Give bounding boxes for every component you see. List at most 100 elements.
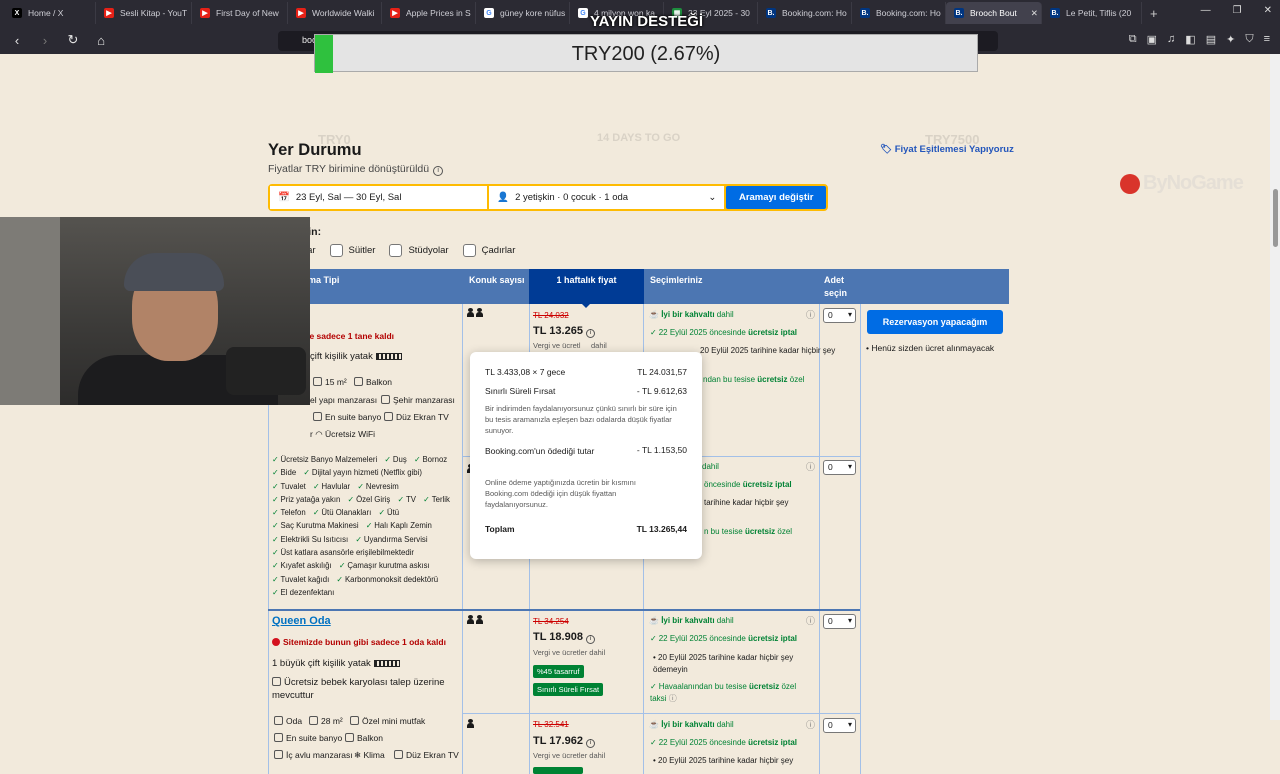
- date-field[interactable]: 📅 23 Eyl, Sal — 30 Eyl, Sal: [270, 186, 488, 209]
- crib-icon: [272, 677, 281, 686]
- guests-field-value: 2 yetişkin · 0 çocuk · 1 oda: [515, 192, 629, 203]
- check-icon: ✓: [272, 521, 279, 531]
- menu-icon[interactable]: ≡: [1264, 33, 1270, 46]
- amenity-label: Tuvalet: [280, 481, 306, 491]
- grid-line: [819, 304, 820, 774]
- discount-badge: [533, 767, 583, 774]
- check-icon: ✓: [357, 481, 364, 491]
- change-search-button[interactable]: Aramayı değiştir: [726, 186, 826, 209]
- check-icon: ✓: [413, 455, 421, 464]
- browser-tab[interactable]: ▶ Worldwide Walki: [288, 2, 382, 24]
- bynogame-text: ByNoGame: [1143, 172, 1244, 194]
- browser-tab[interactable]: B. Le Petit, Tiflis (20: [1042, 2, 1142, 24]
- room2-feature-5: Balkon: [345, 733, 383, 743]
- screenshot-icon[interactable]: ▣: [1147, 33, 1157, 46]
- info-icon[interactable]: i: [586, 635, 596, 644]
- browser-tab[interactable]: B. Booking.com: Ho: [852, 2, 946, 24]
- room2-feature-6-text: İç avlu manzarası: [286, 750, 353, 760]
- bed-icon: [375, 352, 402, 360]
- forward-icon[interactable]: ›: [36, 33, 54, 48]
- room1-rate1-tax2: dahil: [591, 341, 607, 350]
- tab-label: güney kore nüfus: [500, 8, 566, 18]
- browser-tab[interactable]: X Home / X: [4, 2, 96, 24]
- room1-tv: Düz Ekran TV: [384, 412, 449, 422]
- sidebar-icon[interactable]: ◧: [1185, 33, 1195, 46]
- back-icon[interactable]: ‹: [8, 33, 26, 48]
- browser-tab[interactable]: ▶ Sesli Kitap - YouT: [96, 2, 192, 24]
- bed-icon: [373, 659, 400, 667]
- help-icon[interactable]: ⓘ: [806, 614, 815, 627]
- browser-tab[interactable]: ▶ First Day of New: [192, 2, 288, 24]
- room1-rate1-old-price: TL 24.032: [533, 311, 569, 320]
- checkbox[interactable]: [329, 244, 343, 257]
- close-tab-icon[interactable]: ✕: [1031, 8, 1038, 19]
- check-icon: ✓: [423, 494, 430, 504]
- webcam-overlay: [0, 217, 310, 405]
- close-icon[interactable]: ✕: [1264, 5, 1272, 16]
- check-icon: ✓: [336, 574, 343, 584]
- room1-rate2-breakfast-suffix: dahil: [702, 462, 719, 471]
- checkbox[interactable]: [462, 244, 476, 257]
- room1-view2: Şehir manzarası: [381, 395, 455, 405]
- help-icon[interactable]: ⓘ: [806, 460, 815, 473]
- filter-studios[interactable]: Stüdyolar: [389, 244, 449, 257]
- scrollbar-thumb[interactable]: [1273, 189, 1278, 247]
- info-icon[interactable]: i: [586, 739, 596, 748]
- music-icon[interactable]: ♫: [1167, 33, 1175, 46]
- filter-studios-label: Stüdyolar: [408, 245, 449, 256]
- amenity-item: ✓ Uyandırma Servisi: [355, 535, 427, 544]
- filter-tents[interactable]: Çadırlar: [462, 244, 515, 257]
- help-icon[interactable]: ⓘ: [806, 308, 815, 321]
- filter-suites[interactable]: Süitler: [329, 244, 375, 257]
- info-icon[interactable]: i: [586, 329, 596, 338]
- wallet-icon[interactable]: ▤: [1206, 33, 1216, 46]
- header-price[interactable]: 1 haftalık fiyat: [529, 269, 644, 308]
- extensions-icon[interactable]: ⧉: [1129, 33, 1137, 46]
- room1-rate2-pay: tarihine kadar hiçbir şey: [704, 498, 789, 507]
- price-match-link[interactable]: 🏷 Fiyat Eşitlemesi Yapıyoruz: [880, 144, 1014, 155]
- ai-icon[interactable]: ✦: [1226, 33, 1235, 46]
- tab-label: Worldwide Walki: [312, 8, 375, 18]
- browser-tab[interactable]: ▶ Apple Prices in S: [382, 2, 476, 24]
- room2-rate1-qty-select[interactable]: 0: [823, 614, 856, 629]
- check-icon: ✓: [272, 574, 279, 584]
- room2-feature-4-text: En suite banyo: [286, 733, 343, 743]
- room2-rate2-qty-select[interactable]: 0: [823, 718, 856, 733]
- browser-tab[interactable]: B. Booking.com: Ho: [758, 2, 852, 24]
- room2-name-link[interactable]: Queen Oda: [272, 615, 331, 627]
- tab-label: First Day of New: [216, 8, 279, 18]
- scrollbar[interactable]: [1270, 54, 1280, 720]
- person-icon: [476, 308, 484, 317]
- courtyard-icon: [274, 750, 283, 759]
- room1-rate1-qty-select[interactable]: 0: [823, 308, 856, 323]
- room1-rate1-airport-pre: ndan bu tesise: [703, 375, 756, 384]
- maximize-icon[interactable]: ❐: [1233, 5, 1242, 16]
- amenity-item: ✓ Karbonmonoksit dedektörü: [336, 575, 438, 584]
- amenity-item: ✓ Terlik: [423, 495, 450, 504]
- amenity-label: Saç Kurutma Makinesi: [280, 521, 359, 531]
- youtube-icon: ▶: [104, 8, 114, 18]
- guests-field[interactable]: 👤 2 yetişkin · 0 çocuk · 1 oda ⌄: [489, 186, 725, 209]
- reload-icon[interactable]: ↻: [64, 32, 82, 48]
- room1-rate2-qty-select[interactable]: 0: [823, 460, 856, 475]
- room2-rate2-breakfast-suffix: dahil: [716, 720, 734, 729]
- minimize-icon[interactable]: —: [1201, 5, 1211, 16]
- amenity-label: Özel Giriş: [356, 494, 391, 504]
- room2-rate1-price: TL 18.908 i: [533, 631, 596, 644]
- booking-icon: B.: [1050, 8, 1060, 18]
- info-icon[interactable]: i: [433, 166, 444, 176]
- home-icon[interactable]: ⌂: [92, 33, 110, 48]
- room1-rate2-airport: n bu tesise ücretsiz özel: [704, 527, 792, 536]
- checkbox[interactable]: [389, 244, 403, 257]
- person-icon: [467, 308, 474, 317]
- browser-tab[interactable]: B. Brooch Bout ✕: [946, 2, 1042, 24]
- check-icon: ✓: [650, 738, 657, 747]
- new-tab-icon[interactable]: +: [1142, 6, 1166, 21]
- reserve-button[interactable]: Rezervasyon yapacağım: [867, 310, 1003, 334]
- browser-tab[interactable]: Ggüney kore nüfus: [476, 2, 570, 24]
- check-icon: ✓: [355, 534, 362, 544]
- help-icon[interactable]: ⓘ: [669, 694, 677, 703]
- amenity-item: ✓ Duş: [384, 455, 406, 464]
- check-icon: ✓: [650, 328, 657, 337]
- shield-icon[interactable]: ⛉: [1245, 33, 1253, 46]
